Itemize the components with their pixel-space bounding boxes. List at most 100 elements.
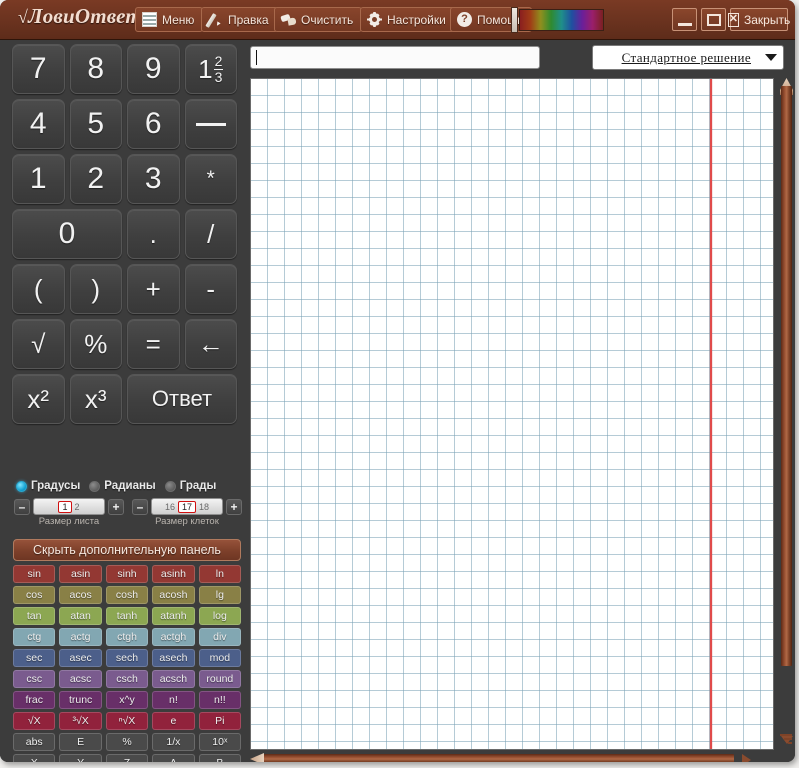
function-button-x[interactable]: ³√X <box>59 712 102 730</box>
function-button-asin[interactable]: asin <box>59 565 102 583</box>
function-button-csch[interactable]: csch <box>105 670 149 688</box>
menu-button-edit[interactable]: Правка <box>201 7 278 32</box>
cell-size-decrement[interactable]: – <box>132 498 148 515</box>
color-gradient-slider[interactable] <box>519 9 604 31</box>
function-button-ctgh[interactable]: ctgh <box>105 628 149 646</box>
key-mixed-fraction[interactable]: 1 2 3 <box>184 44 237 94</box>
key-answer[interactable]: Ответ <box>127 374 237 424</box>
key-2[interactable]: 2 <box>69 154 122 204</box>
expression-input[interactable] <box>250 46 540 69</box>
key-fraction-bar[interactable] <box>184 99 237 149</box>
radio-degrees[interactable]: Градусы <box>16 480 80 492</box>
function-button-frac[interactable]: frac <box>13 691 56 709</box>
key-6[interactable]: 6 <box>127 99 180 149</box>
maximize-button[interactable] <box>701 8 726 31</box>
function-button-n[interactable]: n! <box>152 691 195 709</box>
function-button-log[interactable]: log <box>198 607 242 625</box>
function-button-trunc[interactable]: trunc <box>59 691 102 709</box>
key-backspace[interactable]: ← <box>184 319 237 369</box>
horizontal-scrollbar[interactable] <box>250 752 794 762</box>
key-x-squared[interactable]: x² <box>12 374 65 424</box>
function-button-1x[interactable]: 1/x <box>152 733 195 751</box>
function-button-lg[interactable]: lg <box>198 586 242 604</box>
key-4[interactable]: 4 <box>12 99 65 149</box>
key-5[interactable]: 5 <box>69 99 122 149</box>
function-button-ln[interactable]: ln <box>198 565 242 583</box>
key-multiply[interactable]: * <box>184 154 237 204</box>
menu-button-menu[interactable]: Меню <box>135 7 204 32</box>
function-button-abs[interactable]: abs <box>13 733 56 751</box>
function-button-acsc[interactable]: acsc <box>59 670 102 688</box>
function-button-e[interactable]: e <box>152 712 195 730</box>
function-button-b[interactable]: B <box>198 754 242 762</box>
key-decimal-point[interactable]: . <box>127 209 180 259</box>
function-button-actg[interactable]: actg <box>59 628 102 646</box>
vertical-scroll-thumb[interactable] <box>781 86 792 666</box>
cell-size-track[interactable]: 16 17 18 <box>151 498 223 515</box>
horizontal-scroll-thumb[interactable] <box>264 754 734 762</box>
sheet-size-track[interactable]: 1 2 <box>33 498 105 515</box>
key-7[interactable]: 7 <box>12 44 65 94</box>
close-button[interactable]: ✕ Закрыть <box>727 8 790 31</box>
function-button-atan[interactable]: atan <box>59 607 102 625</box>
function-button-cos[interactable]: cos <box>13 586 56 604</box>
key-divide[interactable]: / <box>184 209 237 259</box>
key-paren-open[interactable]: ( <box>12 264 65 314</box>
function-button-ctg[interactable]: ctg <box>13 628 56 646</box>
radio-grads[interactable]: Грады <box>164 480 216 492</box>
function-button-asech[interactable]: asech <box>152 649 195 667</box>
key-square-root[interactable]: √ <box>12 319 65 369</box>
function-button-acosh[interactable]: acosh <box>152 586 195 604</box>
sheet-size-decrement[interactable]: – <box>14 498 30 515</box>
function-button-[interactable]: % <box>105 733 149 751</box>
function-button-sin[interactable]: sin <box>13 565 56 583</box>
function-button-sec[interactable]: sec <box>13 649 56 667</box>
function-button-atanh[interactable]: atanh <box>152 607 195 625</box>
resize-grip[interactable] <box>778 732 792 746</box>
vertical-scrollbar[interactable] <box>777 78 795 750</box>
menu-button-settings[interactable]: Настройки <box>360 7 455 32</box>
key-percent[interactable]: % <box>69 319 122 369</box>
function-button-acos[interactable]: acos <box>59 586 102 604</box>
minimize-button[interactable] <box>672 8 697 31</box>
key-minus[interactable]: - <box>184 264 237 314</box>
scroll-right-arrow-icon[interactable] <box>742 754 751 762</box>
menu-button-clear[interactable]: Очистить <box>274 7 363 32</box>
function-button-tanh[interactable]: tanh <box>105 607 149 625</box>
function-button-y[interactable]: Y <box>59 754 102 762</box>
function-button-csc[interactable]: csc <box>13 670 56 688</box>
function-button-x[interactable]: ⁿ√X <box>105 712 149 730</box>
function-button-xy[interactable]: x^y <box>105 691 149 709</box>
graph-paper-sheet[interactable] <box>250 78 774 750</box>
function-button-acsch[interactable]: acsch <box>152 670 195 688</box>
function-button-x[interactable]: X <box>13 754 56 762</box>
hide-extra-panel-button[interactable]: Скрыть дополнительную панель <box>13 539 241 561</box>
key-plus[interactable]: + <box>127 264 180 314</box>
sheet-size-increment[interactable]: + <box>108 498 124 515</box>
function-button-mod[interactable]: mod <box>198 649 242 667</box>
key-3[interactable]: 3 <box>127 154 180 204</box>
cell-size-increment[interactable]: + <box>226 498 242 515</box>
solution-mode-dropdown[interactable]: Стандартное решение <box>592 45 784 70</box>
function-button-10[interactable]: 10ˣ <box>198 733 242 751</box>
key-0[interactable]: 0 <box>12 209 122 259</box>
key-x-cubed[interactable]: x³ <box>69 374 122 424</box>
function-button-cosh[interactable]: cosh <box>105 586 149 604</box>
function-button-actgh[interactable]: actgh <box>152 628 195 646</box>
function-button-asinh[interactable]: asinh <box>152 565 195 583</box>
function-button-x[interactable]: √X <box>13 712 56 730</box>
function-button-sinh[interactable]: sinh <box>105 565 149 583</box>
function-button-e[interactable]: E <box>59 733 102 751</box>
key-1[interactable]: 1 <box>12 154 65 204</box>
key-paren-close[interactable]: ) <box>69 264 122 314</box>
function-button-round[interactable]: round <box>198 670 242 688</box>
key-equals[interactable]: = <box>127 319 180 369</box>
key-8[interactable]: 8 <box>69 44 122 94</box>
color-slider-handle[interactable] <box>511 7 518 33</box>
function-button-n[interactable]: n!! <box>198 691 242 709</box>
key-9[interactable]: 9 <box>127 44 180 94</box>
function-button-tan[interactable]: tan <box>13 607 56 625</box>
function-button-pi[interactable]: Pi <box>198 712 242 730</box>
function-button-a[interactable]: A <box>152 754 195 762</box>
function-button-div[interactable]: div <box>198 628 242 646</box>
